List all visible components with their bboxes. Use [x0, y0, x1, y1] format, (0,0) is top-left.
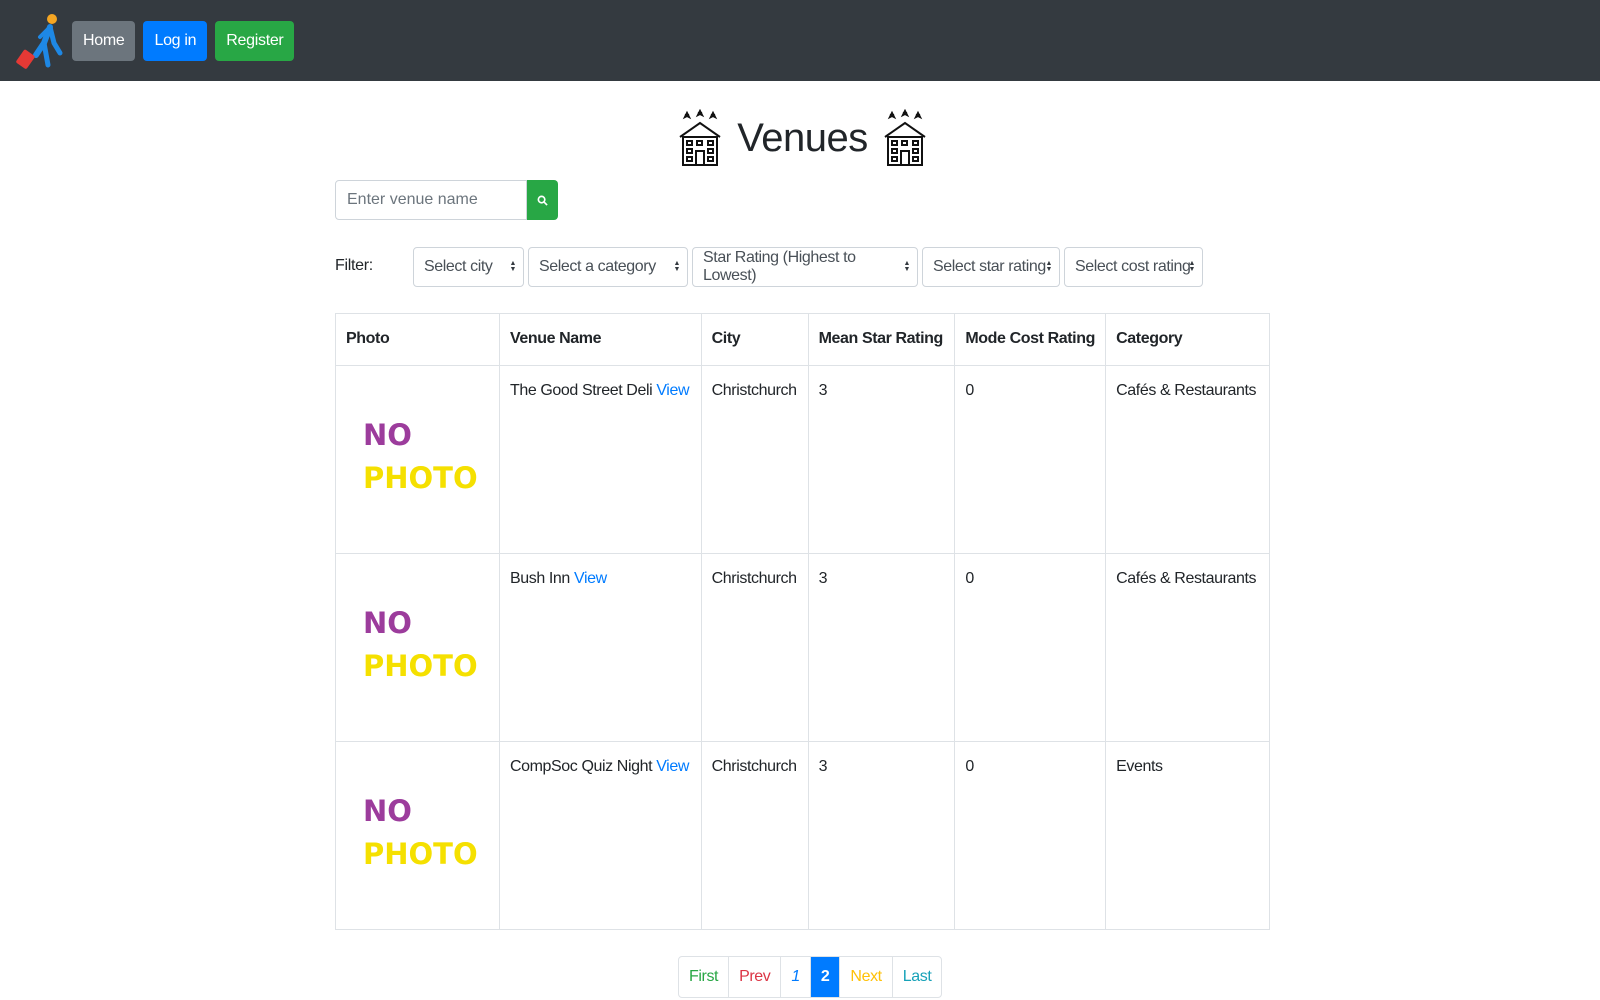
page-2-button-active[interactable]: 2	[810, 957, 841, 997]
search-icon	[537, 195, 548, 206]
venues-table: Photo Venue Name City Mean Star Rating M…	[335, 313, 1270, 930]
no-photo-text-line2: PHOTO	[363, 649, 478, 683]
sort-select-value: Star Rating (Highest to Lowest)	[703, 249, 856, 284]
page-1-button[interactable]: 1	[781, 957, 811, 997]
city-cell: Christchurch	[700, 365, 809, 554]
no-photo-text-line1: NO	[363, 606, 412, 640]
sort-select[interactable]: Star Rating (Highest to Lowest) ▲ ▼	[692, 247, 918, 287]
category-select-value: Select a category	[539, 258, 656, 275]
select-arrows-icon: ▲ ▼	[903, 260, 910, 273]
table-row: NO PHOTO The Good Street Deli View Chris…	[335, 365, 1270, 554]
mean-star-cell: 3	[807, 553, 956, 742]
select-arrows-icon: ▲ ▼	[509, 260, 516, 273]
filter-label: Filter:	[335, 257, 373, 274]
no-photo-text-line1: NO	[363, 418, 412, 452]
header-category[interactable]: Category	[1105, 313, 1270, 366]
header-venue-name[interactable]: Venue Name	[498, 313, 702, 366]
header-mode-cost-rating[interactable]: Mode Cost Rating	[954, 313, 1107, 366]
city-cell: Christchurch	[700, 741, 809, 930]
city-select-value: Select city	[424, 258, 493, 275]
category-select[interactable]: Select a category ▲ ▼	[528, 247, 688, 287]
view-link[interactable]: View	[656, 758, 689, 775]
filter-row: Filter: Select city ▲ ▼ Select a category…	[335, 247, 1207, 287]
header-city[interactable]: City	[700, 313, 809, 366]
page-title: Venues	[737, 115, 868, 160]
venue-name-cell: Bush Inn View	[498, 553, 702, 742]
table-row: NO PHOTO Bush Inn View Christchurch 3 0 …	[335, 553, 1270, 742]
mean-star-cell: 3	[807, 741, 956, 930]
mode-cost-cell: 0	[954, 365, 1107, 554]
category-cell: Cafés & Restaurants	[1105, 553, 1270, 742]
register-button[interactable]: Register	[215, 20, 295, 61]
venue-name-cell: CompSoc Quiz Night View	[498, 741, 702, 930]
venue-name: The Good Street Deli	[509, 382, 653, 399]
city-cell: Christchurch	[700, 553, 809, 742]
mode-cost-cell: 0	[954, 553, 1107, 742]
login-button[interactable]: Log in	[143, 20, 208, 61]
star-rating-select-value: Select star rating	[933, 258, 1046, 275]
search-button[interactable]	[527, 180, 558, 220]
header-mean-star-rating[interactable]: Mean Star Rating	[807, 313, 956, 366]
title-row: Venues	[335, 107, 1270, 169]
hotel-icon	[884, 109, 926, 166]
city-select[interactable]: Select city ▲ ▼	[413, 247, 524, 287]
page-next-button[interactable]: Next	[840, 957, 893, 997]
table-row: NO PHOTO CompSoc Quiz Night View Christc…	[335, 741, 1270, 930]
pagination: First Prev 1 2 Next Last	[678, 956, 943, 998]
navbar: Home Log in Register	[0, 0, 1600, 81]
traveler-with-suitcase-icon[interactable]	[16, 13, 66, 69]
no-photo-image: NO PHOTO	[335, 553, 500, 742]
page-last-button[interactable]: Last	[893, 957, 942, 997]
mean-star-cell: 3	[807, 365, 956, 554]
venue-name: Bush Inn	[509, 570, 570, 587]
view-link[interactable]: View	[574, 570, 607, 587]
no-photo-image: NO PHOTO	[335, 365, 500, 554]
page-first-button[interactable]: First	[679, 957, 730, 997]
cost-rating-select-value: Select cost rating	[1075, 258, 1191, 275]
no-photo-text-line1: NO	[363, 794, 412, 828]
search-bar	[335, 180, 558, 220]
hotel-icon	[679, 109, 721, 166]
category-cell: Cafés & Restaurants	[1105, 365, 1270, 554]
star-rating-select[interactable]: Select star rating ▲ ▼	[922, 247, 1060, 287]
venue-name: CompSoc Quiz Night	[509, 758, 653, 775]
search-input[interactable]	[335, 180, 527, 220]
view-link[interactable]: View	[656, 382, 689, 399]
mode-cost-cell: 0	[954, 741, 1107, 930]
home-button[interactable]: Home	[72, 20, 136, 61]
header-photo[interactable]: Photo	[335, 313, 500, 366]
no-photo-text-line2: PHOTO	[363, 461, 478, 495]
table-header-row: Photo Venue Name City Mean Star Rating M…	[335, 313, 1270, 366]
select-arrows-icon: ▲ ▼	[1188, 260, 1195, 273]
cost-rating-select[interactable]: Select cost rating ▲ ▼	[1064, 247, 1203, 287]
no-photo-image: NO PHOTO	[335, 741, 500, 930]
category-cell: Events	[1105, 741, 1270, 930]
select-arrows-icon: ▲ ▼	[673, 260, 680, 273]
no-photo-text-line2: PHOTO	[363, 837, 478, 871]
page-prev-button[interactable]: Prev	[729, 957, 782, 997]
venue-name-cell: The Good Street Deli View	[498, 365, 702, 554]
select-arrows-icon: ▲ ▼	[1045, 260, 1052, 273]
